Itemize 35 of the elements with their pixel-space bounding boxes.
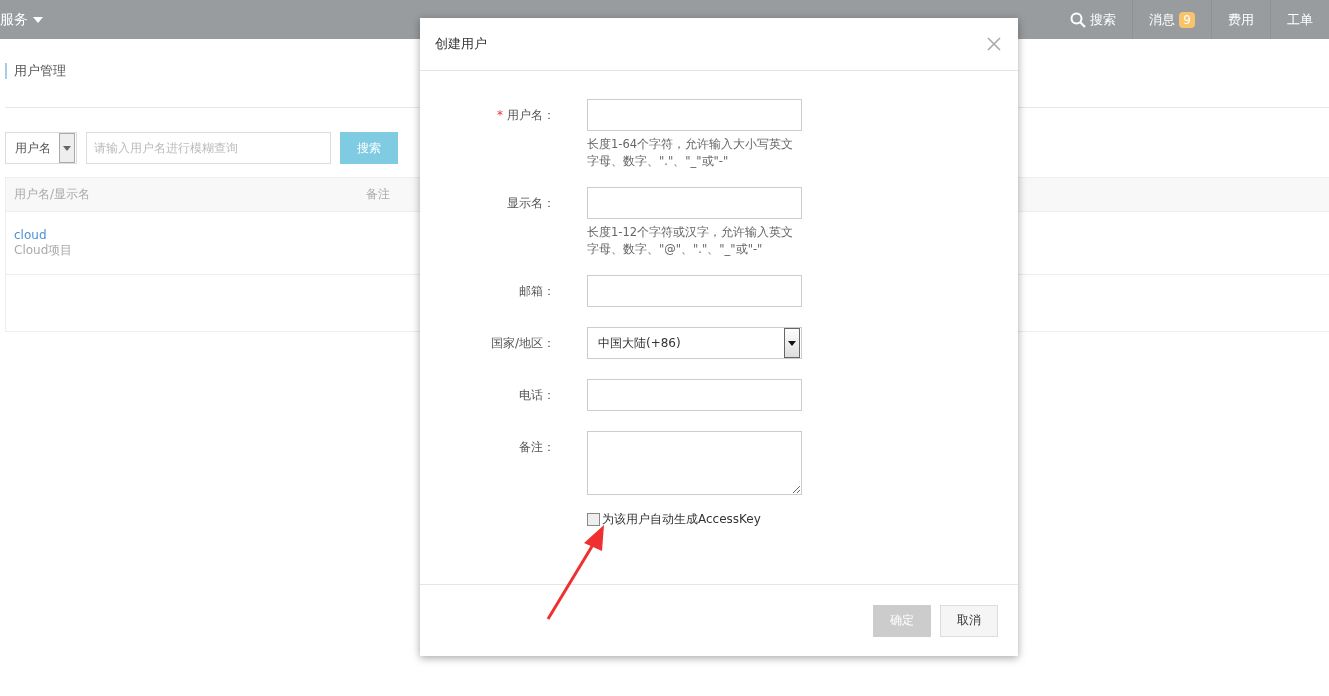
field-label: 邮箱： [519, 284, 555, 298]
country-select[interactable]: 中国大陆(+86) [587, 327, 802, 359]
input-field[interactable] [587, 187, 802, 219]
search-field[interactable]: 请输入用户名进行模糊查询 [86, 132, 331, 164]
user-name-link[interactable]: cloud [14, 227, 47, 242]
remarks-field[interactable] [587, 431, 802, 495]
cancel-button[interactable]: 取消 [940, 604, 998, 637]
field-hint: 长度1-12个字符或汉字，允许输入英文字母、数字、"@"、"."、"_"或"-" [587, 224, 795, 258]
input-field[interactable] [587, 275, 802, 307]
field-hint: 长度1-64个字符，允许输入大小写英文字母、数字、"."、"_"或"-" [587, 136, 795, 170]
checkbox-label: 为该用户自动生成AccessKey [602, 511, 761, 528]
display-name: Cloud项目 [14, 241, 73, 259]
nav-item[interactable]: 工单 [1270, 0, 1329, 39]
field-label: 用户名： [507, 108, 555, 122]
field-label: 显示名： [507, 196, 555, 210]
nav-item[interactable]: 费用 [1211, 0, 1270, 39]
search-icon [1070, 11, 1087, 28]
input-field[interactable] [587, 379, 802, 411]
search-button[interactable]: 搜索 [340, 132, 398, 164]
message-count-badge: 9 [1179, 11, 1195, 28]
caret-icon [33, 16, 43, 23]
input-field[interactable] [587, 99, 802, 131]
field-label: 备注： [519, 440, 555, 454]
services-menu[interactable]: 服务 [0, 0, 43, 39]
close-icon[interactable] [987, 37, 1001, 51]
column-header: 用户名/显示名 [13, 186, 92, 203]
field-label: 国家/地区： [490, 336, 555, 350]
required-asterisk: * [497, 108, 503, 122]
nav-item[interactable]: 消息 9 [1132, 0, 1211, 39]
nav-item[interactable]: 搜索 [1054, 0, 1133, 39]
dialog-title: 创建用户 [435, 35, 487, 53]
filter-select[interactable]: 用户名 [5, 132, 77, 164]
field-label: 电话： [519, 388, 555, 402]
column-header: 备注 [366, 186, 390, 203]
checkbox[interactable] [587, 513, 600, 526]
